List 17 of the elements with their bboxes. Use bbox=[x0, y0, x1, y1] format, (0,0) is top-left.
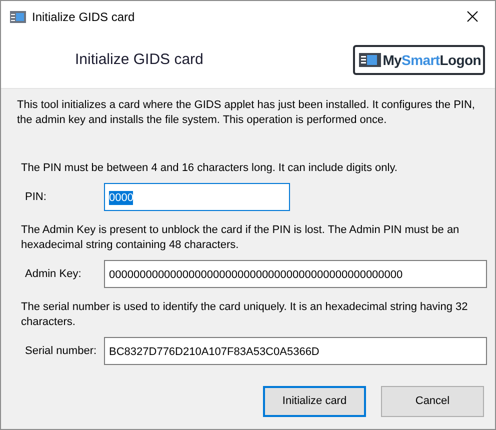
window-title: Initialize GIDS card bbox=[32, 8, 135, 26]
hint-text: The Admin Key is present to unblock the card if the PIN is lost. The Admin PIN must be an hexadecimal string containing 48 characters. bbox=[21, 223, 460, 253]
close-icon bbox=[466, 11, 478, 22]
field-label: PIN: bbox=[24, 190, 48, 205]
brand-logo: MySmartLogon bbox=[352, 45, 485, 75]
dialog-heading: Initialize GIDS card bbox=[75, 50, 204, 70]
field-label: Serial number: bbox=[24, 344, 98, 359]
dialog-button[interactable]: Initialize card bbox=[263, 386, 366, 417]
text-field[interactable]: 000000000000000000000000000000000000000000000000 bbox=[104, 260, 487, 288]
text-field[interactable]: BC8327D776D210A107F83A53C0A5366D bbox=[104, 337, 487, 365]
text-field[interactable]: 0000 bbox=[104, 183, 290, 211]
hint-text: The serial number is used to identify the card uniquely. It is an hexadecimal string having 32 characters. bbox=[21, 300, 469, 330]
description-text: This tool initializes a card where the GIDS applet has just been installed. It configures the PIN, the admin key and installs the file system. This operation is performed once. bbox=[17, 98, 476, 128]
hint-text: The PIN must be between 4 and 16 characters long. It can include digits only. bbox=[21, 161, 398, 176]
app-icon bbox=[10, 10, 26, 24]
dialog-button[interactable]: Cancel bbox=[381, 386, 484, 417]
field-label: Admin Key: bbox=[24, 266, 82, 282]
